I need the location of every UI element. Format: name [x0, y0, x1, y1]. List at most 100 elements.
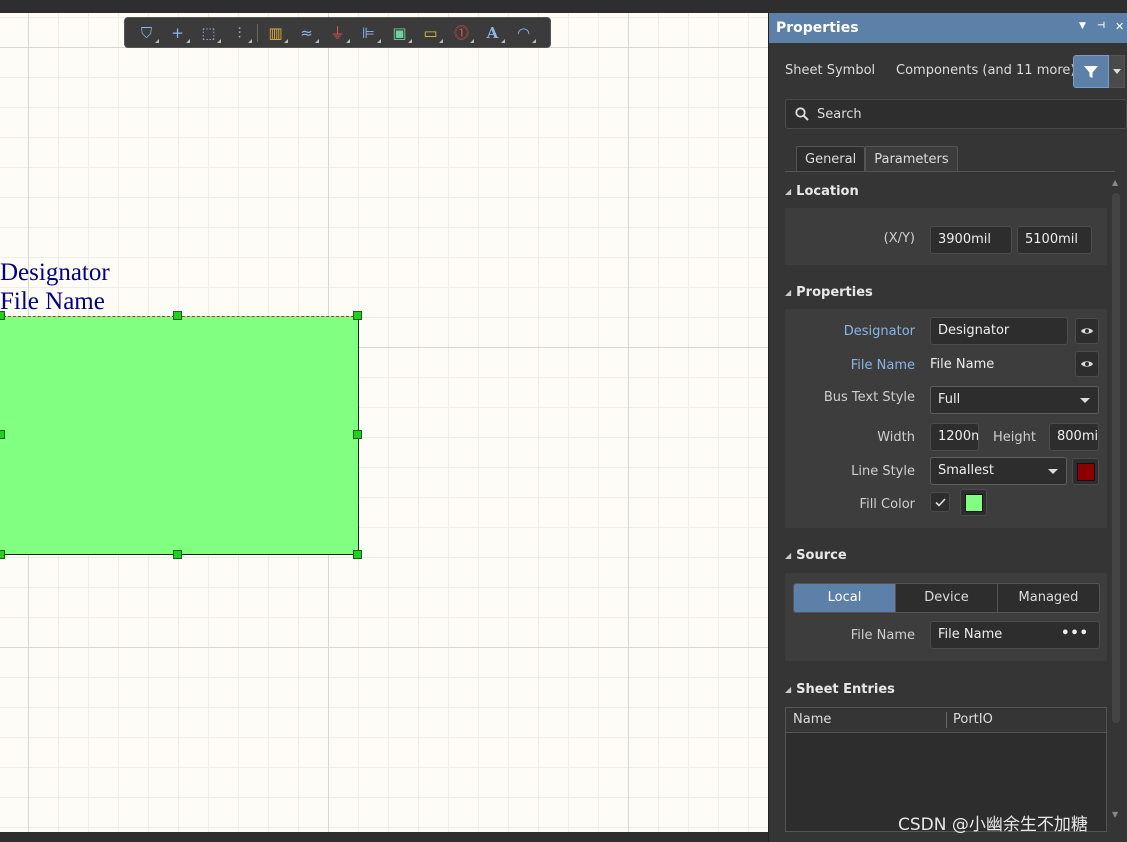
resize-handle-middle-right[interactable] [353, 430, 362, 439]
more-options-icon[interactable]: ••• [1061, 622, 1089, 647]
ground-power-tool-button[interactable]: ⏚ [322, 20, 353, 46]
file-name-value[interactable]: File Name [930, 357, 994, 372]
source-section-title: Source [796, 548, 847, 563]
file-name-label: File Name [850, 358, 915, 373]
location-y-input[interactable]: 5100mil [1017, 226, 1092, 254]
source-file-name-value: File Name [938, 627, 1003, 642]
sheet-symbol-icon: ▣ [392, 23, 407, 42]
width-label: Width [877, 430, 915, 445]
designator-visibility-button[interactable] [1075, 318, 1099, 344]
panel-close-icon[interactable]: ✕ [1115, 20, 1124, 33]
ground-power-icon: ⏚ [329, 24, 345, 42]
panel-scrollbar[interactable] [1112, 193, 1120, 723]
resize-handle-top-right[interactable] [353, 311, 362, 320]
eye-icon [1081, 328, 1093, 334]
height-input[interactable]: 800mil [1049, 423, 1099, 451]
chevron-down-icon [1080, 398, 1090, 403]
select-rectangle-icon: ⬚ [201, 23, 216, 42]
designator-input[interactable]: Designator [930, 317, 1068, 345]
resize-handle-bottom-left[interactable] [0, 550, 5, 559]
checkmark-icon [934, 497, 946, 507]
file-name-visibility-button[interactable] [1075, 351, 1099, 377]
panel-header: Properties ▼ ⊣ ✕ [769, 13, 1127, 43]
filter-icon: ⛉ [140, 23, 153, 42]
scroll-down-icon[interactable]: ▼ [1112, 810, 1118, 819]
column-divider[interactable] [946, 712, 947, 728]
resize-handle-top-middle[interactable] [173, 311, 182, 320]
select-rectangle-tool-button[interactable]: ⬚ [193, 20, 224, 46]
width-input[interactable]: 1200mil [930, 423, 979, 451]
window-bottom-strip [0, 832, 768, 842]
panel-menu-icon[interactable]: ▼ [1079, 21, 1086, 31]
column-header-portio[interactable]: PortIO [953, 712, 993, 727]
source-local-button[interactable]: Local [794, 584, 896, 612]
search-input[interactable] [817, 106, 1117, 122]
filter-dropdown-button[interactable] [1109, 55, 1125, 88]
line-color-button[interactable] [1072, 458, 1099, 485]
bus-text-style-select[interactable]: Full [930, 386, 1099, 414]
source-file-name-input[interactable]: File Name ••• [930, 621, 1100, 649]
watermark: CSDN @小幽余生不加糖 [898, 815, 1088, 835]
directive-tool-button[interactable]: ⓵ [446, 20, 477, 46]
height-label: Height [993, 430, 1036, 445]
resize-handle-bottom-right[interactable] [353, 550, 362, 559]
align-tool-button[interactable]: ⫶ [224, 20, 255, 46]
line-style-label: Line Style [851, 464, 915, 479]
active-bar-toolbar: ⛉ + ⬚ ⫶ ▥ ≈ ⏚ ⊫ ▣ ▭ ⓵ A ◠ [124, 17, 551, 48]
sheet-entries-section-header[interactable]: ◢ Sheet Entries [785, 682, 895, 697]
port-tool-button[interactable]: ▭ [415, 20, 446, 46]
source-segmented-control: Local Device Managed [793, 583, 1100, 613]
properties-section-header[interactable]: ◢ Properties [785, 285, 873, 300]
filter-tool-button[interactable]: ⛉ [131, 20, 162, 46]
fill-color-swatch [964, 493, 983, 512]
bus-tool-button[interactable]: ⊫ [353, 20, 384, 46]
collapse-triangle-icon: ◢ [785, 551, 792, 560]
move-cross-tool-button[interactable]: + [162, 20, 193, 46]
sheet-designator-text[interactable]: Designator [0, 258, 110, 287]
location-section-header[interactable]: ◢ Location [785, 184, 859, 199]
resize-handle-middle-left[interactable] [0, 430, 5, 439]
xy-label: (X/Y) [883, 231, 915, 246]
align-icon: ⫶ [237, 23, 242, 42]
wire-tool-button[interactable]: ≈ [291, 20, 322, 46]
tab-parameters[interactable]: Parameters [865, 146, 958, 172]
source-managed-button[interactable]: Managed [998, 584, 1099, 612]
window-top-strip [0, 0, 1127, 13]
fill-enabled-checkbox[interactable] [930, 492, 950, 512]
tab-general[interactable]: General [796, 146, 866, 172]
schematic-canvas[interactable]: ⛉ + ⬚ ⫶ ▥ ≈ ⏚ ⊫ ▣ ▭ ⓵ A ◠ Designator File Name [0, 13, 768, 832]
component-tool-button[interactable]: ▥ [260, 20, 291, 46]
fill-color-label: Fill Color [859, 497, 915, 512]
sheet-entries-section-title: Sheet Entries [796, 682, 895, 697]
scroll-up-icon[interactable]: ▲ [1112, 178, 1118, 187]
bus-text-style-label: Bus Text Style [823, 390, 915, 405]
sheet-filename-text[interactable]: File Name [0, 287, 105, 316]
resize-handle-bottom-middle[interactable] [173, 550, 182, 559]
properties-panel: Properties ▼ ⊣ ✕ Sheet Symbol Components… [768, 13, 1127, 842]
text-tool-button[interactable]: A [477, 20, 508, 46]
arc-tool-button[interactable]: ◠ [508, 20, 539, 46]
location-x-input[interactable]: 3900mil [930, 226, 1012, 254]
sheet-symbol-tool-button[interactable]: ▣ [384, 20, 415, 46]
resize-handle-top-left[interactable] [0, 311, 5, 320]
sheet-symbol[interactable] [0, 316, 359, 555]
bus-icon: ⊫ [361, 23, 376, 42]
panel-pin-icon[interactable]: ⊣ [1097, 21, 1105, 31]
properties-section-title: Properties [796, 285, 873, 300]
line-style-select[interactable]: Smallest [930, 457, 1067, 485]
wire-icon: ≈ [300, 23, 313, 42]
source-section-header[interactable]: ◢ Source [785, 548, 847, 563]
sheet-entries-header: Name PortIO [786, 708, 1106, 733]
collapse-triangle-icon: ◢ [785, 288, 792, 297]
toolbar-separator [257, 23, 258, 42]
eye-icon [1081, 361, 1093, 367]
selection-detail[interactable]: Components (and 11 more) [896, 63, 1075, 78]
column-header-name[interactable]: Name [793, 712, 831, 727]
source-file-name-label: File Name [850, 628, 915, 643]
fill-color-button[interactable] [960, 489, 987, 516]
port-icon: ▭ [423, 23, 438, 42]
source-device-button[interactable]: Device [896, 584, 998, 612]
move-cross-icon: + [171, 23, 184, 42]
search-box[interactable] [785, 99, 1127, 129]
filter-button[interactable] [1073, 55, 1109, 88]
